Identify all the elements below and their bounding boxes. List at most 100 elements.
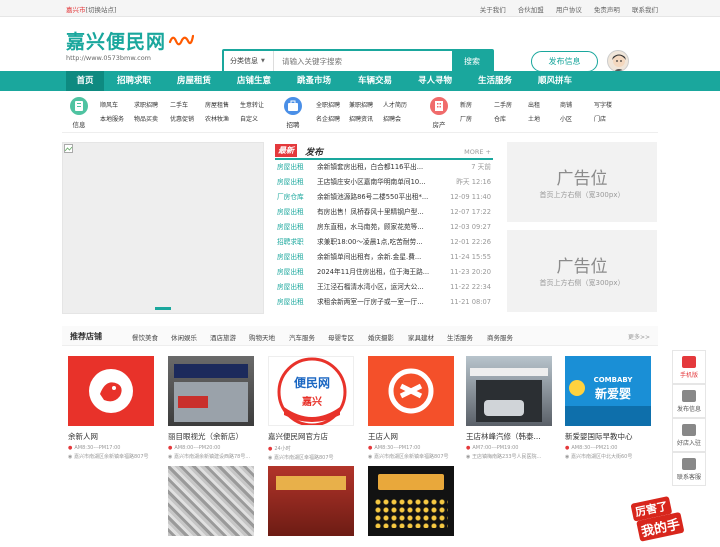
store-card[interactable]: COMBABY 新爱婴 新爱婴国际早教中心 ● AM8:30---PM21:00 ◉… <box>565 356 651 460</box>
link-agreement[interactable]: 用户协议 <box>556 6 582 14</box>
sub-new-house[interactable]: 新房 <box>460 100 472 109</box>
sub-agriculture[interactable]: 农林牧渔 <box>205 114 229 123</box>
post-title[interactable]: 余新镇池源路86号二楼550平出租*... <box>317 190 442 205</box>
category-label-property[interactable]: 房产 <box>424 119 454 129</box>
switch-site-link[interactable]: [切换站点] <box>86 6 117 14</box>
nav-flea-market[interactable]: 跳蚤市场 <box>288 71 340 91</box>
sub-factory[interactable]: 厂房 <box>460 114 472 123</box>
post-category[interactable]: 招聘求职 <box>277 235 304 250</box>
nav-carpool[interactable]: 顺风拼车 <box>529 71 581 91</box>
post-title[interactable]: 求租余新两室一厅房子或一室一厅... <box>317 295 442 310</box>
post-category[interactable]: 房屋出租 <box>277 220 304 235</box>
store-card[interactable] <box>168 466 254 536</box>
sub-warehouse[interactable]: 仓库 <box>494 114 506 123</box>
stores-more-link[interactable]: 更多>> <box>628 332 650 341</box>
latest-post-row[interactable]: 房屋出租 王江泾石榴清水湾小区，运河大公... 11-22 22:34 <box>275 280 493 295</box>
store-photo[interactable] <box>68 356 154 426</box>
post-info-side-button[interactable]: 发布信息 <box>672 384 706 418</box>
sub-job-news[interactable]: 招聘资讯 <box>349 114 373 123</box>
avatar[interactable] <box>607 50 629 72</box>
store-tab[interactable]: 汽车服务 <box>289 332 315 342</box>
post-category[interactable]: 房屋出租 <box>277 295 304 310</box>
sub-custom[interactable]: 自定义 <box>240 114 258 123</box>
store-photo[interactable] <box>466 356 552 426</box>
store-name[interactable]: 新爱婴国际早教中心 <box>565 431 651 442</box>
latest-post-row[interactable]: 房屋出租 有房出售！凤桥春风十里精钢户型... 12-07 17:22 <box>275 205 493 220</box>
post-category[interactable]: 厂房仓库 <box>277 190 304 205</box>
nav-home[interactable]: 首页 <box>66 71 104 91</box>
store-tab[interactable]: 酒店旅游 <box>210 332 236 342</box>
latest-post-row[interactable]: 房屋出租 求租余新两室一厅房子或一室一厅... 11-21 08:07 <box>275 295 493 310</box>
sub-local-service[interactable]: 本地服务 <box>100 114 124 123</box>
sub-fulltime[interactable]: 全职招聘 <box>316 100 340 109</box>
search-input[interactable] <box>274 51 452 71</box>
store-photo[interactable] <box>168 466 254 536</box>
store-tab[interactable]: 商务服务 <box>487 332 513 342</box>
sub-house-sale[interactable]: 房屋租售 <box>205 100 229 109</box>
post-category[interactable]: 房屋出租 <box>277 250 304 265</box>
store-card[interactable] <box>368 466 454 536</box>
post-info-button[interactable]: 发布信息 <box>531 51 598 72</box>
post-title[interactable]: 王店镇庄安小区嘉南华明南单间10... <box>317 175 442 190</box>
sub-job-fair[interactable]: 招聘会 <box>383 114 401 123</box>
carousel-indicator[interactable] <box>155 307 171 310</box>
store-name[interactable]: 王店林峰汽修（韩泰... <box>466 431 552 442</box>
store-name[interactable]: 丽目眼视光（余新店） <box>168 431 254 442</box>
post-title[interactable]: 王江泾石榴清水湾小区，运河大公... <box>317 280 442 295</box>
sub-storefront[interactable]: 门店 <box>594 114 606 123</box>
latest-post-row[interactable]: 房屋出租 2024年11月住房出租，位于海王路... 11-23 20:20 <box>275 265 493 280</box>
mobile-version-button[interactable]: 手机版 <box>672 350 706 384</box>
post-title[interactable]: 求兼职18:00～凌晨1点,吃苦耐劳... <box>317 235 442 250</box>
store-card[interactable]: 王店林峰汽修（韩泰... ● AM7:00---PM19:00 ◉ 王店镇梅南路2… <box>466 356 552 460</box>
latest-more-link[interactable]: MORE + <box>464 148 491 156</box>
post-title[interactable]: 余新镇单间出租有，余新.金星.費... <box>317 250 442 265</box>
post-title[interactable]: 余新镇套房出租，白合都116平出... <box>317 160 442 175</box>
nav-vehicles[interactable]: 车辆交易 <box>349 71 401 91</box>
search-button[interactable]: 搜索 <box>452 51 492 71</box>
info-icon[interactable] <box>70 97 88 115</box>
banner-carousel[interactable] <box>62 142 264 314</box>
sub-top-companies[interactable]: 名企招聘 <box>316 114 340 123</box>
store-card[interactable]: 便民网 嘉兴 嘉兴便民网官方店 ● 24小时 ◉ 嘉兴市南湖区幸福路807号 <box>268 356 354 461</box>
store-name[interactable]: 余新人网 <box>68 431 154 442</box>
store-photo[interactable]: 便民网 嘉兴 <box>268 356 354 426</box>
post-category[interactable]: 房屋出租 <box>277 280 304 295</box>
sub-carpool[interactable]: 顺风车 <box>100 100 118 109</box>
contact-support-button[interactable]: 联系客服 <box>672 452 706 486</box>
link-contact[interactable]: 联系我们 <box>632 6 658 14</box>
latest-post-row[interactable]: 房屋出租 余新镇套房出租，白合都116平出... 7 天前 <box>275 160 493 175</box>
store-photo[interactable] <box>268 466 354 536</box>
latest-post-row[interactable]: 房屋出租 余新镇单间出租有，余新.金星.費... 11-24 15:55 <box>275 250 493 265</box>
building-icon[interactable] <box>430 97 448 115</box>
store-photo[interactable] <box>368 356 454 426</box>
store-tab[interactable]: 餐饮美食 <box>132 332 158 342</box>
store-tab[interactable]: 生活服务 <box>447 332 473 342</box>
briefcase-icon[interactable] <box>284 97 302 115</box>
store-photo[interactable] <box>168 356 254 426</box>
ad-slot-2[interactable]: 广告位 首页上方右侧（宽300px） <box>507 230 657 312</box>
post-title[interactable]: 有房出售！凤桥春风十里精钢户型... <box>317 205 442 220</box>
sub-job-hunting[interactable]: 求职招聘 <box>134 100 158 109</box>
link-disclaimer[interactable]: 免责声明 <box>594 6 620 14</box>
nav-rent[interactable]: 房屋租赁 <box>168 71 220 91</box>
sub-community[interactable]: 小区 <box>560 114 572 123</box>
post-category[interactable]: 房屋出租 <box>277 175 304 190</box>
latest-post-row[interactable]: 厂房仓库 余新镇池源路86号二楼550平出租*... 12-09 11:40 <box>275 190 493 205</box>
current-city[interactable]: 嘉兴市 <box>66 6 86 14</box>
store-photo[interactable] <box>368 466 454 536</box>
store-tab[interactable]: 家具建材 <box>408 332 434 342</box>
nav-jobs[interactable]: 招聘求职 <box>108 71 160 91</box>
link-about[interactable]: 关于我们 <box>480 6 506 14</box>
city-selector[interactable]: 嘉兴市[切换站点] <box>66 4 117 14</box>
category-label-jobs[interactable]: 招聘 <box>278 119 308 129</box>
post-category[interactable]: 房屋出租 <box>277 160 304 175</box>
post-category[interactable]: 房屋出租 <box>277 205 304 220</box>
sub-land[interactable]: 土地 <box>528 114 540 123</box>
sub-used-car[interactable]: 二手车 <box>170 100 188 109</box>
store-tab[interactable]: 休闲娱乐 <box>171 332 197 342</box>
nav-life-services[interactable]: 生活服务 <box>469 71 521 91</box>
latest-post-row[interactable]: 房屋出租 房东直租，水马南苑，顾家花苑等... 12-03 09:27 <box>275 220 493 235</box>
search-category-select[interactable]: 分类信息 ▼ <box>224 51 274 71</box>
store-card[interactable]: 丽目眼视光（余新店） ● AM8:00---PM20:00 ◉ 嘉兴市南湖余新镇建… <box>168 356 254 460</box>
sub-business-transfer[interactable]: 生意转让 <box>240 100 264 109</box>
